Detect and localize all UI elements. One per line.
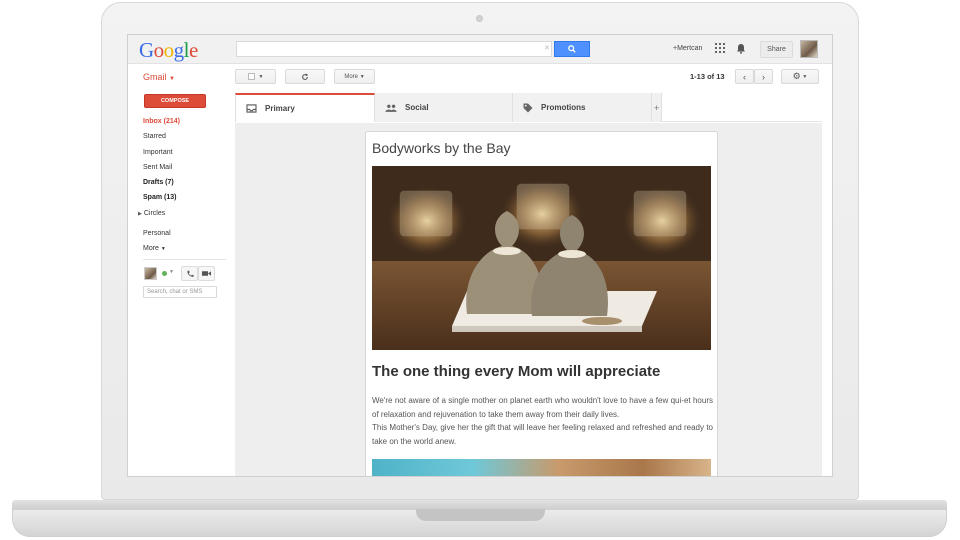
phone-call-button[interactable] bbox=[181, 266, 198, 281]
hero-image bbox=[372, 166, 711, 350]
chevron-down-icon: ▼ bbox=[359, 73, 365, 80]
notifications-bell-icon[interactable] bbox=[736, 43, 746, 54]
sidebar-item-spam[interactable]: Spam (13) bbox=[143, 190, 233, 205]
sidebar-divider bbox=[143, 259, 226, 260]
gmail-window: Google ✕ +Mertcan Share Gmail ▼ ▼ More ▼… bbox=[127, 34, 833, 477]
chevron-down-icon: ▼ bbox=[169, 76, 175, 82]
category-tabs: Primary Social Promotions + bbox=[235, 93, 822, 122]
search-icon bbox=[568, 45, 576, 53]
chevron-down-icon: ▼ bbox=[802, 73, 808, 80]
sidebar-item-important[interactable]: Important bbox=[143, 145, 233, 160]
newer-page-button[interactable]: ‹ bbox=[735, 69, 754, 84]
chat-search-input[interactable]: Search, chat or SMS bbox=[143, 286, 217, 298]
inbox-icon bbox=[246, 104, 257, 113]
sidebar-item-label: More bbox=[143, 245, 159, 253]
sidebar-item-drafts[interactable]: Drafts (7) bbox=[143, 175, 233, 190]
chevron-right-icon: › bbox=[762, 71, 765, 82]
tab-label: Promotions bbox=[541, 103, 586, 112]
chevron-down-icon[interactable]: ▼ bbox=[169, 269, 174, 275]
add-tab-button[interactable]: + bbox=[652, 93, 662, 122]
tab-social[interactable]: Social bbox=[375, 93, 513, 122]
older-page-button[interactable]: › bbox=[754, 69, 773, 84]
account-avatar[interactable] bbox=[800, 40, 818, 58]
tab-primary[interactable]: Primary bbox=[235, 93, 375, 122]
clear-search-icon[interactable]: ✕ bbox=[544, 44, 550, 52]
email-paragraph: We're not aware of a single mother on pl… bbox=[372, 396, 713, 419]
sidebar-item-sent-mail[interactable]: Sent Mail bbox=[143, 160, 233, 175]
email-headline: The one thing every Mom will appreciate bbox=[372, 363, 661, 380]
gmail-app-menu[interactable]: Gmail ▼ bbox=[143, 72, 175, 82]
chevron-left-icon: ‹ bbox=[743, 71, 746, 82]
email-body: We're not aware of a single mother on pl… bbox=[372, 394, 713, 448]
refresh-button[interactable] bbox=[285, 69, 325, 84]
refresh-icon bbox=[302, 72, 309, 80]
expand-triangle-icon: ▶ bbox=[138, 210, 142, 217]
email-sender: Bodyworks by the Bay bbox=[372, 140, 511, 156]
sidebar-nav: Inbox (214) Starred Important Sent Mail … bbox=[138, 114, 233, 257]
video-camera-icon bbox=[202, 271, 211, 276]
share-button[interactable]: Share bbox=[760, 41, 793, 58]
google-logo[interactable]: Google bbox=[139, 38, 198, 63]
select-all-button[interactable]: ▼ bbox=[235, 69, 276, 84]
webcam-icon bbox=[476, 15, 483, 22]
spa-candles-image bbox=[372, 166, 711, 350]
sidebar-item-starred[interactable]: Starred bbox=[143, 129, 233, 144]
sidebar-item-circles[interactable]: ▶ Circles bbox=[138, 206, 233, 221]
people-icon bbox=[385, 104, 397, 112]
sidebar-item-personal[interactable]: Personal bbox=[143, 226, 233, 241]
email-paragraph: This Mother's Day, give her the gift tha… bbox=[372, 423, 713, 446]
top-bar: Google ✕ +Mertcan Share bbox=[128, 35, 832, 64]
pagination-count: 1-13 of 13 bbox=[690, 72, 725, 81]
secondary-image bbox=[372, 459, 711, 476]
gear-icon: ⚙ bbox=[792, 71, 801, 81]
more-label: More bbox=[344, 73, 359, 80]
laptop-mockup: Google ✕ +Mertcan Share Gmail ▼ ▼ More ▼… bbox=[0, 0, 960, 540]
more-actions-button[interactable]: More ▼ bbox=[334, 69, 375, 84]
video-call-button[interactable] bbox=[198, 266, 215, 281]
sidebar-item-label: Circles bbox=[143, 209, 166, 217]
chat-avatar[interactable] bbox=[144, 267, 157, 280]
tab-promotions[interactable]: Promotions bbox=[513, 93, 652, 122]
sidebar-item-more[interactable]: More ▼ bbox=[143, 241, 233, 256]
presence-status-icon bbox=[162, 271, 167, 276]
user-profile-link[interactable]: +Mertcan bbox=[673, 45, 702, 52]
apps-grid-icon[interactable] bbox=[715, 43, 725, 53]
email-card: Bodyworks by the Bay The one thing every… bbox=[365, 131, 718, 476]
phone-icon bbox=[186, 270, 194, 277]
laptop-notch bbox=[416, 509, 545, 521]
sidebar-item-inbox[interactable]: Inbox (214) bbox=[143, 114, 233, 129]
chevron-down-icon: ▼ bbox=[258, 73, 264, 80]
chevron-down-icon: ▼ bbox=[160, 246, 166, 253]
tag-icon bbox=[523, 103, 533, 112]
compose-button[interactable]: COMPOSE bbox=[144, 94, 206, 108]
tab-label: Primary bbox=[265, 104, 295, 113]
tab-label: Social bbox=[405, 103, 429, 112]
checkbox-icon bbox=[247, 73, 255, 80]
search-input[interactable] bbox=[236, 41, 552, 57]
settings-button[interactable]: ⚙ ▼ bbox=[781, 69, 819, 84]
gmail-label: Gmail bbox=[143, 72, 167, 82]
search-button[interactable] bbox=[554, 41, 590, 57]
